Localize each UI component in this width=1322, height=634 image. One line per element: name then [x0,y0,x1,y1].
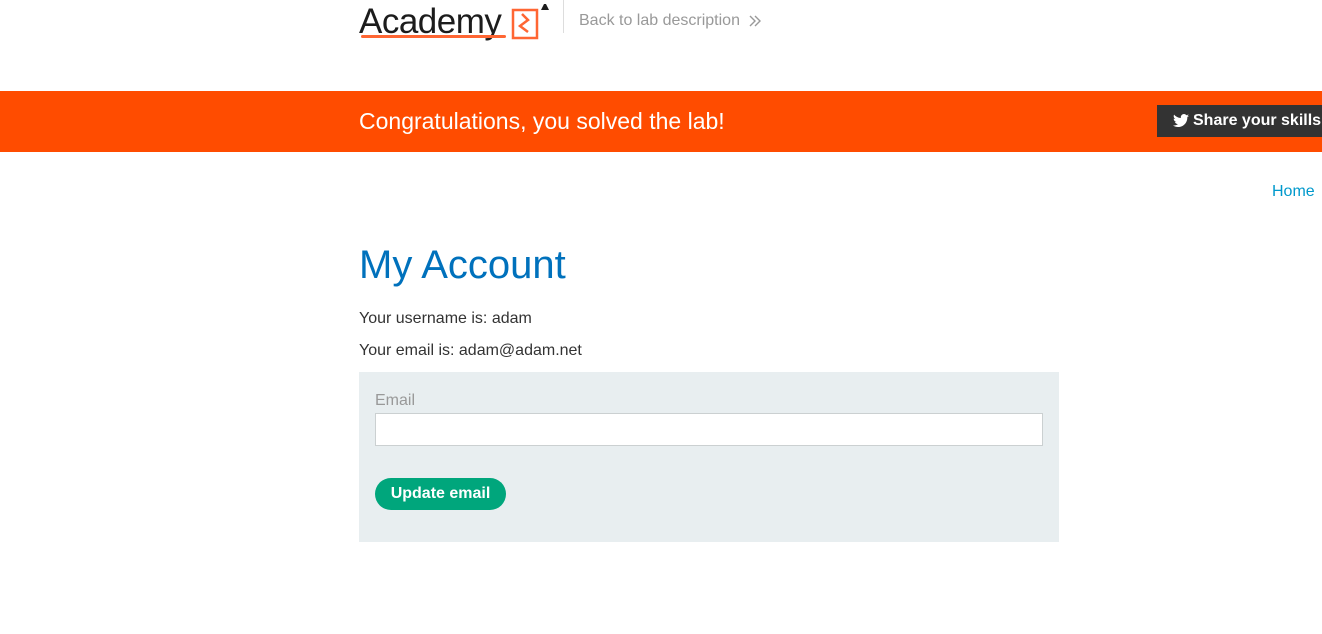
email-label: Email [375,392,416,409]
nav-home-link[interactable]: Home [1272,183,1315,201]
solved-message: Congratulations, you solved the lab! [359,108,725,134]
academy-logo[interactable]: Academy [359,0,506,42]
header-divider [563,0,564,33]
username-line: Your username is: adam [359,310,532,327]
email-line: Your email is: adam@adam.net [359,342,582,359]
academy-logo-mark-icon [511,4,549,40]
back-to-lab-link[interactable]: Back to lab description [579,12,762,30]
change-email-form: Email Update email [359,372,1059,542]
double-chevron-right-icon [749,15,761,27]
site-header: Academy Back to lab description [0,0,1322,91]
share-label: Share your skills [1193,112,1322,129]
logo-underline [361,35,506,38]
email-input[interactable] [375,413,1043,446]
share-skills-button[interactable]: Share your skills [1157,105,1322,137]
twitter-bird-icon [1173,114,1189,127]
back-link-label: Back to lab description [579,12,740,29]
update-email-button[interactable]: Update email [375,478,506,510]
page-title: My Account [359,243,566,287]
